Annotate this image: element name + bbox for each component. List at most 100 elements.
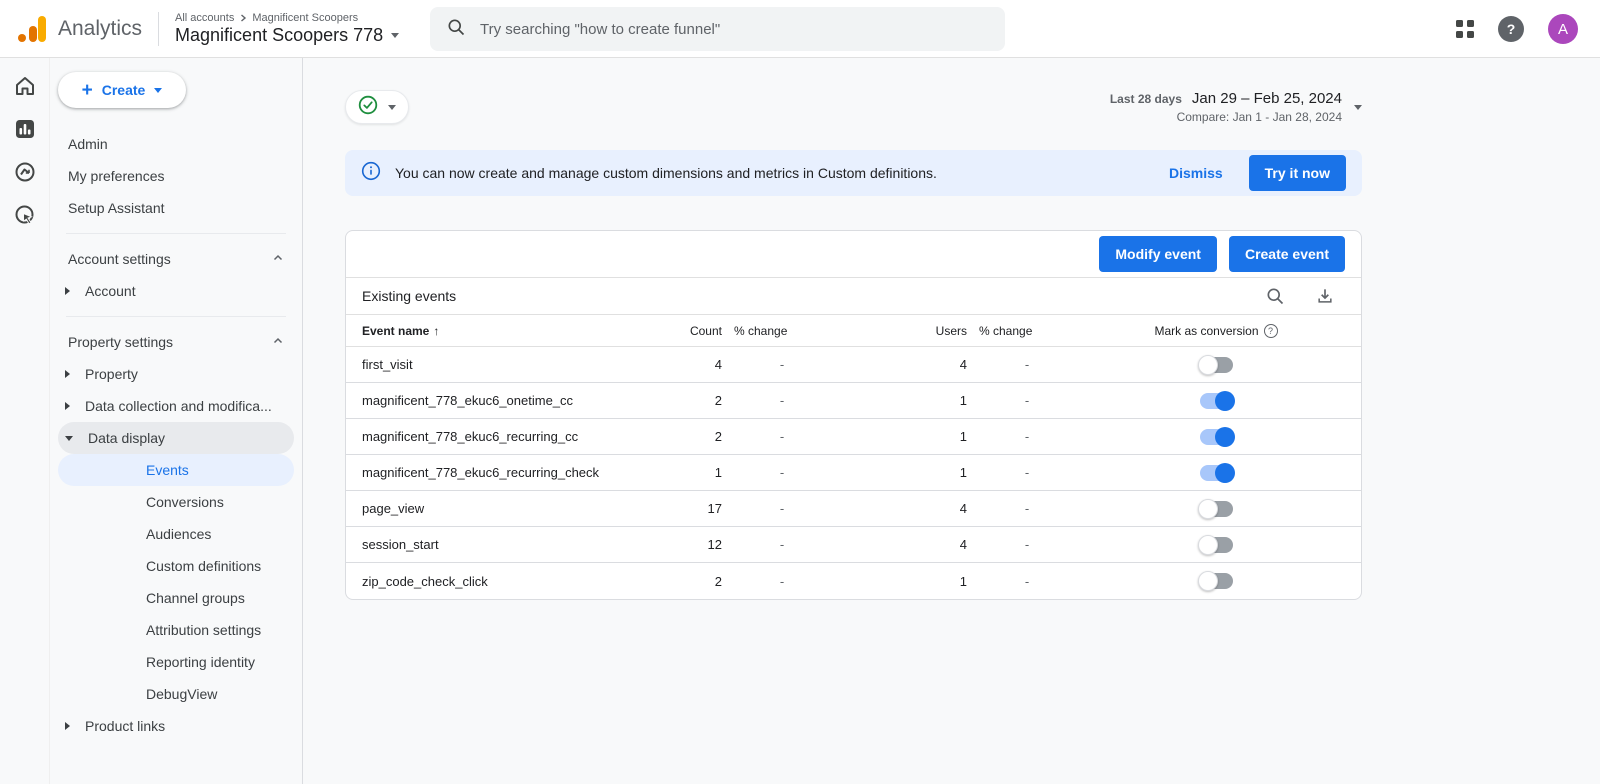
table-row: page_view17-4- xyxy=(346,491,1361,527)
event-name: magnificent_778_ekuc6_recurring_check xyxy=(362,465,662,480)
events-table-body: first_visit4-4-magnificent_778_ekuc6_one… xyxy=(346,347,1361,599)
sidebar-item-data-collection-and-modification[interactable]: Data collection and modifica... xyxy=(50,390,302,422)
analytics-logo-icon xyxy=(18,14,48,44)
event-name: magnificent_778_ekuc6_recurring_cc xyxy=(362,429,662,444)
create-button[interactable]: + Create xyxy=(58,72,186,108)
event-count: 2 xyxy=(662,574,722,589)
top-app-bar: Analytics All accounts Magnificent Scoop… xyxy=(0,0,1600,58)
table-search-icon[interactable] xyxy=(1265,286,1285,306)
banner-message: You can now create and manage custom dim… xyxy=(395,165,937,181)
sidenav-list: AdminMy preferencesSetup Assistant Accoun… xyxy=(50,128,302,742)
sidebar-item-audiences[interactable]: Audiences xyxy=(50,518,302,550)
sidebar-item-data-display[interactable]: Data display xyxy=(58,422,294,454)
mark-as-conversion-toggle[interactable] xyxy=(1198,427,1235,447)
events-table-header: Event name ↑ Count % change Users % chan… xyxy=(346,314,1361,347)
mark-as-conversion-toggle[interactable] xyxy=(1198,535,1235,555)
sidebar-item-account-settings[interactable]: Account settings xyxy=(50,243,302,275)
event-count: 4 xyxy=(662,357,722,372)
sidebar-item-conversions[interactable]: Conversions xyxy=(50,486,302,518)
event-users: 1 xyxy=(907,574,967,589)
sort-ascending-icon[interactable]: ↑ xyxy=(433,324,439,338)
expander-collapsed-icon xyxy=(65,402,70,410)
property-selector[interactable]: Magnificent Scoopers 778 xyxy=(175,25,399,46)
event-users-change: - xyxy=(967,465,1087,480)
expander-collapsed-icon xyxy=(65,370,70,378)
reports-icon[interactable] xyxy=(13,117,37,141)
chevron-up-icon xyxy=(272,334,284,350)
table-row: magnificent_778_ekuc6_recurring_cc2-1- xyxy=(346,419,1361,455)
global-search[interactable] xyxy=(430,7,1005,51)
create-button-label: Create xyxy=(102,82,146,98)
event-name: page_view xyxy=(362,501,662,516)
sidebar-item-property[interactable]: Property xyxy=(50,358,302,390)
try-it-now-button[interactable]: Try it now xyxy=(1249,155,1346,191)
event-count: 2 xyxy=(662,393,722,408)
mark-as-conversion-toggle[interactable] xyxy=(1198,463,1235,483)
sidebar-item-attribution-settings[interactable]: Attribution settings xyxy=(50,614,302,646)
event-count-change: - xyxy=(722,465,842,480)
event-count-change: - xyxy=(722,537,842,552)
google-apps-icon[interactable] xyxy=(1456,20,1474,38)
mark-as-conversion-toggle[interactable] xyxy=(1198,571,1235,591)
plus-icon: + xyxy=(82,81,93,100)
search-input[interactable] xyxy=(480,21,989,38)
breadcrumb-account[interactable]: Magnificent Scoopers xyxy=(252,12,358,24)
date-compare-label: Compare: Jan 1 - Jan 28, 2024 xyxy=(1110,110,1342,124)
main-content: Last 28 days Jan 29 – Feb 25, 2024 Compa… xyxy=(303,58,1600,784)
sidebar-item-debugview[interactable]: DebugView xyxy=(50,678,302,710)
event-name: zip_code_check_click xyxy=(362,574,662,589)
mark-as-conversion-toggle[interactable] xyxy=(1198,355,1235,375)
sidebar-item-label: Product links xyxy=(85,718,165,734)
chevron-down-icon xyxy=(388,105,396,110)
event-count-change: - xyxy=(722,574,842,589)
sidebar-item-label: Account xyxy=(85,283,136,299)
column-count[interactable]: Count xyxy=(662,324,722,338)
mark-as-conversion-toggle[interactable] xyxy=(1198,391,1235,411)
mark-as-conversion-toggle[interactable] xyxy=(1198,499,1235,519)
table-row: session_start12-4- xyxy=(346,527,1361,563)
analytics-logo[interactable]: Analytics xyxy=(0,14,142,44)
event-users: 1 xyxy=(907,393,967,408)
conversion-cell xyxy=(1087,427,1345,447)
sidebar-item-custom-definitions[interactable]: Custom definitions xyxy=(50,550,302,582)
sidebar-item-label: Property settings xyxy=(68,334,173,350)
column-users[interactable]: Users xyxy=(907,324,967,338)
sidebar-item-product-links[interactable]: Product links xyxy=(50,710,302,742)
modify-event-button[interactable]: Modify event xyxy=(1099,236,1217,272)
expander-collapsed-icon xyxy=(65,287,70,295)
create-event-button[interactable]: Create event xyxy=(1229,236,1345,272)
header-divider xyxy=(158,12,159,46)
conversion-cell xyxy=(1087,499,1345,519)
property-health-button[interactable] xyxy=(345,90,409,124)
chevron-right-icon xyxy=(239,14,247,22)
event-users-change: - xyxy=(967,393,1087,408)
chevron-down-icon xyxy=(391,33,399,38)
explore-icon[interactable] xyxy=(13,160,37,184)
existing-events-title: Existing events xyxy=(362,288,456,304)
column-event-name[interactable]: Event name xyxy=(362,324,429,338)
sidebar-item-label: DebugView xyxy=(146,686,217,702)
sidebar-item-channel-groups[interactable]: Channel groups xyxy=(50,582,302,614)
conversion-help-icon[interactable]: ? xyxy=(1264,324,1278,338)
help-icon[interactable]: ? xyxy=(1498,16,1524,42)
chevron-up-icon xyxy=(272,251,284,267)
dismiss-button[interactable]: Dismiss xyxy=(1153,157,1239,189)
breadcrumb-all-accounts[interactable]: All accounts xyxy=(175,12,234,24)
sidebar-item-my-preferences[interactable]: My preferences xyxy=(50,160,302,192)
sidebar-item-property-settings[interactable]: Property settings xyxy=(50,326,302,358)
sidebar-item-reporting-identity[interactable]: Reporting identity xyxy=(50,646,302,678)
avatar[interactable]: A xyxy=(1548,14,1578,44)
sidebar-item-setup-assistant[interactable]: Setup Assistant xyxy=(50,192,302,224)
sidebar-item-account[interactable]: Account xyxy=(50,275,302,307)
events-card: Modify event Create event Existing event… xyxy=(345,230,1362,600)
advertising-icon[interactable] xyxy=(13,203,37,227)
table-row: first_visit4-4- xyxy=(346,347,1361,383)
sidebar-item-admin[interactable]: Admin xyxy=(50,128,302,160)
sidebar-item-label: Channel groups xyxy=(146,590,245,606)
date-range-picker[interactable]: Last 28 days Jan 29 – Feb 25, 2024 Compa… xyxy=(1110,90,1362,124)
home-icon[interactable] xyxy=(13,74,37,98)
sidebar-item-label: Data collection and modifica... xyxy=(85,398,272,414)
sidebar-item-events[interactable]: Events xyxy=(58,454,294,486)
column-count-change: % change xyxy=(722,324,842,338)
download-icon[interactable] xyxy=(1315,286,1335,306)
